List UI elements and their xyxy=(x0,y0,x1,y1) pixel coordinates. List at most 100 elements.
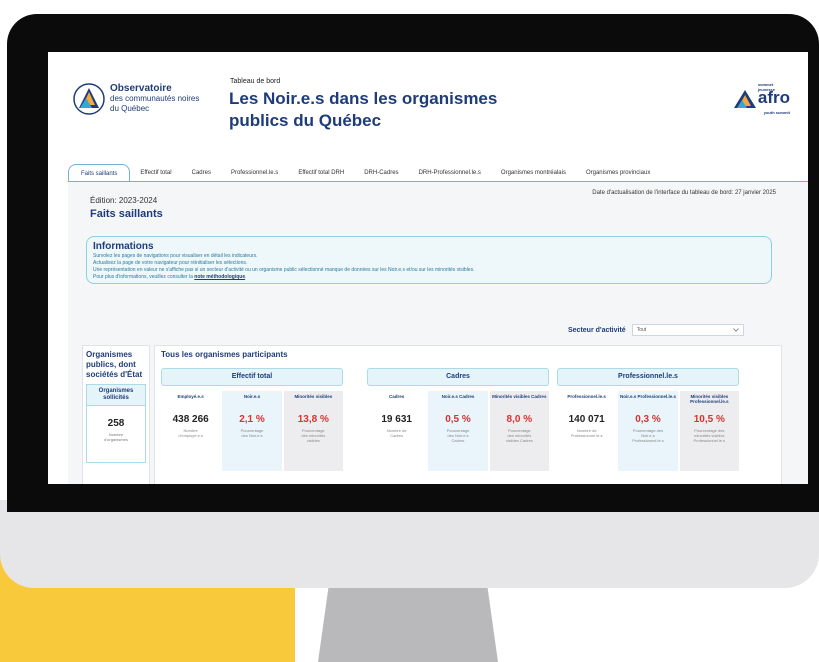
logo-line-1: Observatoire xyxy=(110,83,172,94)
organisms-card: Organismes publics, dont sociétés d'État… xyxy=(82,345,150,484)
stat-caption: Pourcentage des Noir.e.s Cadres xyxy=(428,428,487,443)
info-line-4-suffix: . xyxy=(245,274,247,280)
page-title: Les Noir.e.s dans les organismes publics… xyxy=(229,88,497,132)
stat-caption: Nombre de Professionnel.le.s xyxy=(557,428,616,438)
organisms-title-line-1: Organismes xyxy=(86,350,133,359)
stat-card: Noir.e.s Professionnel.le.s 0,3 % Pource… xyxy=(618,391,678,471)
sector-filter: Secteur d'activité Tout xyxy=(568,324,744,336)
stat-caption: Pourcentage des minorités visibles Cadres xyxy=(490,428,549,443)
sector-select-value: Tout xyxy=(636,327,647,333)
stat-head: Noir.e.s Cadres xyxy=(441,394,475,399)
group-header: Cadres xyxy=(367,368,549,386)
chevron-down-icon xyxy=(732,328,739,332)
group-professionnels: Professionnel.le.s Professionnel.le.s 14… xyxy=(557,368,739,471)
tab-bar: Faits saillants Effectif total Cadres Pr… xyxy=(68,160,808,182)
monitor-screen: Observatoire des communautés noires du Q… xyxy=(48,52,808,484)
stat-caption-line: d'employé.e.s xyxy=(178,433,203,438)
stat-value: 2,1 % xyxy=(239,414,265,425)
stat-value: 19 631 xyxy=(381,414,412,425)
stat-value: 13,8 % xyxy=(297,414,329,425)
stat-value: 8,0 % xyxy=(506,414,533,425)
organisms-caption: Nombre d'organismes xyxy=(87,432,145,442)
stat-card: Minorités visibles Cadres 8,0 % Pourcent… xyxy=(489,391,549,471)
participants-title: Tous les organismes participants xyxy=(161,350,288,359)
stat-value: 0,3 % xyxy=(635,414,661,425)
organisms-count: 258 xyxy=(107,418,125,429)
info-line-2: Actualisez la page de votre navigateur p… xyxy=(93,260,248,266)
afro-tag-bottom: youth summit xyxy=(763,110,790,115)
stat-card: Minorités visibles Professionnel.le.s 10… xyxy=(679,391,739,471)
tab-faits-saillants[interactable]: Faits saillants xyxy=(68,164,131,182)
stat-head: Noir.e.s xyxy=(243,394,261,399)
logo-line-3: du Québec xyxy=(110,104,150,113)
afro-wordmark: afro sommet jeunesse youth summit xyxy=(758,82,790,115)
info-line-4-prefix: Pour plus d'informations, veuillez consu… xyxy=(93,274,195,280)
stat-caption-line: Cadres xyxy=(390,433,404,438)
stat-caption: Pourcentage des minorités visibles xyxy=(284,428,343,443)
stat-caption-line: des Noir.e.s xyxy=(241,433,263,438)
stat-caption-line: Professionnel.le.s xyxy=(632,438,664,443)
stat-row: Employé.e.s 438 266 Nombre d'employé.e.s … xyxy=(161,391,343,471)
stat-card: Noir.e.s 2,1 % Pourcentage des Noir.e.s xyxy=(222,391,282,471)
stat-head: Minorités visibles xyxy=(294,394,333,399)
stat-caption: Pourcentage des Noir.e.s Professionnel.le.… xyxy=(618,428,677,443)
stat-caption: Pourcentage des Noir.e.s xyxy=(222,428,281,438)
info-line-1: Survolez les pages de navigations pour v… xyxy=(93,253,258,259)
stat-caption: Nombre de Cadres xyxy=(367,428,426,438)
stat-head: Noir.e.s Professionnel.le.s xyxy=(619,394,676,399)
stat-row: Cadres 19 631 Nombre de Cadres Noir.e.s C… xyxy=(367,391,549,471)
sector-filter-label: Secteur d'activité xyxy=(568,326,626,334)
ocnq-logo: Observatoire des communautés noires du Q… xyxy=(72,82,199,116)
info-box: Informations Survolez les pages de navig… xyxy=(86,236,772,284)
update-date: Date d'actualisation de l'interface du t… xyxy=(592,190,776,196)
stat-head: Cadres xyxy=(389,394,405,399)
methodology-link[interactable]: note méthodologique xyxy=(194,274,245,280)
afro-tag-top: sommet jeunesse xyxy=(757,82,775,92)
content-panel: Édition: 2023-2024 Faits saillants Date … xyxy=(68,182,808,484)
stat-card: Cadres 19 631 Nombre de Cadres xyxy=(367,391,427,471)
dashboard-kicker: Tableau de bord xyxy=(230,78,281,85)
stat-caption-line: Professionnel.le.s xyxy=(570,433,603,438)
group-header: Effectif total xyxy=(161,368,343,386)
stat-caption-line: visibles xyxy=(306,438,320,443)
group-cadres: Cadres Cadres 19 631 Nombre de Cadres Noi… xyxy=(367,368,549,471)
edition-label: Édition: 2023-2024 xyxy=(90,196,158,205)
stat-head: Minorités visibles Professionnel.le.s xyxy=(690,394,729,404)
stat-caption-line: Professionnel.le.s xyxy=(693,438,726,443)
stat-head: Employé.e.s xyxy=(177,394,204,399)
info-line-4: Pour plus d'informations, veuillez consu… xyxy=(93,274,765,281)
stat-caption: Pourcentage des minorités visibles Profess… xyxy=(680,428,739,443)
section-title: Faits saillants xyxy=(90,208,163,220)
stat-card: Noir.e.s Cadres 0,5 % Pourcentage des Noi… xyxy=(428,391,488,471)
stat-row: Professionnel.le.s 140 071 Nombre de Prof… xyxy=(557,391,739,471)
monitor-stand xyxy=(318,585,498,662)
group-effectif-total: Effectif total Employé.e.s 438 266 Nombr… xyxy=(161,368,343,471)
info-title: Informations xyxy=(93,241,154,252)
stat-card: Professionnel.le.s 140 071 Nombre de Prof… xyxy=(557,391,617,471)
stat-caption-line: visibles Cadres xyxy=(505,438,533,443)
afro-logo: afro sommet jeunesse youth summit xyxy=(733,82,790,115)
sector-select[interactable]: Tout xyxy=(631,324,744,336)
stat-card: Minorités visibles 13,8 % Pourcentage des… xyxy=(283,391,343,471)
triangle-logo-icon xyxy=(73,83,105,115)
afro-triangle-icon xyxy=(733,90,756,108)
stat-value: 140 071 xyxy=(568,414,605,425)
stat-head: Minorités visibles Cadres xyxy=(492,394,547,399)
stat-value: 0,5 % xyxy=(445,414,471,425)
page-title-line-1: Les Noir.e.s dans les organismes xyxy=(229,89,498,108)
group-header: Professionnel.le.s xyxy=(557,368,739,386)
stat-value: 10,5 % xyxy=(693,414,725,425)
stat-head: Professionnel.le.s xyxy=(567,394,606,399)
organisms-count-box: 258 Nombre d'organismes xyxy=(86,406,146,463)
info-line-3: Une représentation en valeur ne s'affich… xyxy=(93,267,475,273)
organisms-title-line-2: publics, dont xyxy=(86,360,136,369)
page-title-line-2: publics du Québec xyxy=(229,111,382,130)
organisms-sub-header: Organismes sollicités xyxy=(86,384,146,406)
stat-card: Employé.e.s 438 266 Nombre d'employé.e.s xyxy=(161,391,221,471)
organisms-sub-line-2: sollicités xyxy=(103,395,129,401)
stat-value: 438 266 xyxy=(172,414,209,425)
stat-caption: Nombre d'employé.e.s xyxy=(161,428,220,438)
logo-text: Observatoire des communautés noires du Q… xyxy=(110,84,199,114)
organisms-sub-line-1: Organismes xyxy=(98,388,134,394)
organisms-title-line-3: sociétés d'État xyxy=(86,370,143,379)
